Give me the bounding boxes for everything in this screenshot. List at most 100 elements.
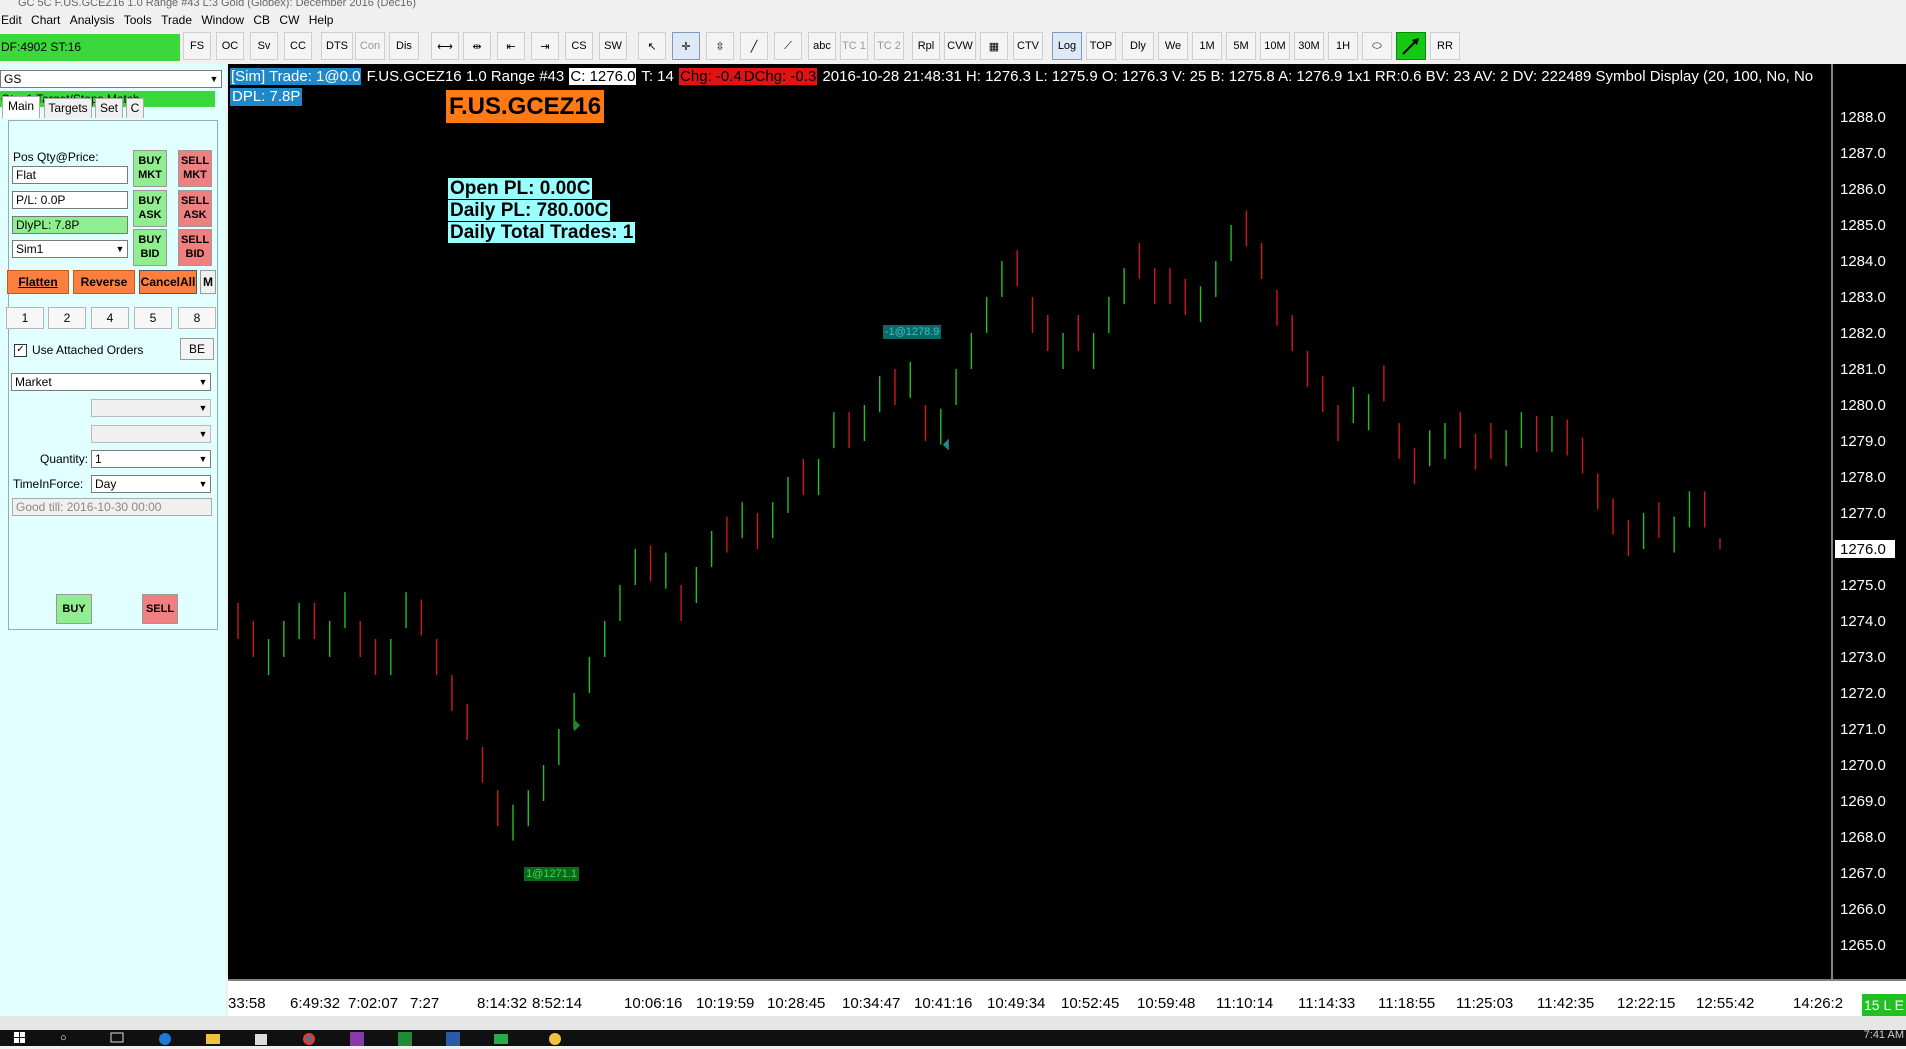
30m-button[interactable]: 30M xyxy=(1294,32,1324,60)
price1-select[interactable]: ▼ xyxy=(91,399,211,417)
breakeven-button[interactable]: BE xyxy=(180,338,214,360)
m-button[interactable]: M xyxy=(200,270,216,294)
dis-button[interactable]: Dis xyxy=(389,32,419,60)
pl-field[interactable] xyxy=(12,191,128,209)
account-select[interactable]: Sim1 ▼ xyxy=(12,240,128,258)
x-tick-label: 10:49:34 xyxy=(987,995,1045,1012)
app-icon[interactable] xyxy=(548,1032,562,1046)
tab-set[interactable]: Set xyxy=(95,98,123,118)
cc-button[interactable]: CC xyxy=(284,32,312,60)
good-till-field[interactable]: Good till: 2016-10-30 00:00 xyxy=(12,498,212,516)
menu-tools[interactable]: Tools xyxy=(124,10,158,27)
crosshair-tool-icon[interactable]: ✛ xyxy=(672,32,700,60)
tab-c[interactable]: C xyxy=(126,98,144,118)
zoom-out-icon[interactable]: ⟷ xyxy=(431,32,459,60)
position-field[interactable] xyxy=(12,166,128,184)
edge-browser-icon[interactable] xyxy=(158,1032,172,1046)
tc2-button[interactable]: TC 2 xyxy=(874,32,904,60)
excel-icon[interactable] xyxy=(398,1032,412,1046)
1h-button[interactable]: 1H xyxy=(1328,32,1358,60)
buy-ask-button[interactable]: BUY ASK xyxy=(133,190,167,227)
fs-button[interactable]: FS xyxy=(183,32,211,60)
sv-button[interactable]: Sv xyxy=(250,32,278,60)
ray-tool-icon[interactable]: ⟋ xyxy=(774,32,802,60)
daily-change-value: DChg: -0.3 xyxy=(742,68,818,85)
y-tick-label: 1283.0 xyxy=(1840,289,1886,306)
sw-button[interactable]: SW xyxy=(599,32,627,60)
windows-start-icon[interactable] xyxy=(14,1032,28,1046)
reverse-button[interactable]: Reverse xyxy=(73,270,135,294)
con-button[interactable]: Con xyxy=(355,32,385,60)
menu-window[interactable]: Window xyxy=(201,10,250,27)
scroll-left-icon[interactable]: ⇤ xyxy=(497,32,525,60)
chrome-icon[interactable] xyxy=(302,1032,316,1046)
menu-chart[interactable]: Chart xyxy=(31,10,66,27)
quantity-select[interactable]: 1 ▼ xyxy=(91,450,211,468)
daily-button[interactable]: Dly xyxy=(1122,32,1154,60)
buy-bid-button[interactable]: BUY BID xyxy=(133,229,167,266)
y-tick-label: 1281.0 xyxy=(1840,361,1886,378)
store-icon[interactable] xyxy=(254,1032,268,1046)
oc-button[interactable]: OC xyxy=(216,32,244,60)
symbol-select[interactable]: GS ▼ xyxy=(0,70,222,88)
data-feed-status: DF:4902 ST:16 xyxy=(0,34,180,61)
flatten-button[interactable]: Flatten xyxy=(7,270,69,294)
word-icon[interactable] xyxy=(446,1032,460,1046)
qty-1-button[interactable]: 1 xyxy=(6,307,44,329)
cvw-button[interactable]: CVW xyxy=(944,32,976,60)
tab-targets[interactable]: Targets xyxy=(44,98,92,118)
chevron-down-icon: ▼ xyxy=(198,454,208,464)
qty-4-button[interactable]: 4 xyxy=(91,307,129,329)
rr-button[interactable]: RR xyxy=(1430,32,1460,60)
menu-analysis[interactable]: Analysis xyxy=(70,10,121,27)
1m-button[interactable]: 1M xyxy=(1192,32,1222,60)
onenote-icon[interactable] xyxy=(350,1032,364,1046)
rpl-button[interactable]: Rpl xyxy=(912,32,940,60)
menu-cw[interactable]: CW xyxy=(279,10,305,27)
price2-select[interactable]: ▼ xyxy=(91,425,211,443)
10m-button[interactable]: 10M xyxy=(1260,32,1290,60)
search-icon[interactable]: ○ xyxy=(60,1032,74,1046)
menu-trade[interactable]: Trade xyxy=(161,10,198,27)
use-attached-orders-checkbox[interactable]: ✓ xyxy=(14,344,27,357)
menu-help[interactable]: Help xyxy=(309,10,340,27)
x-tick-label: 8:14:32 xyxy=(477,995,527,1012)
buy-market-button[interactable]: BUY MKT xyxy=(133,150,167,187)
sell-market-button[interactable]: SELL MKT xyxy=(178,150,212,187)
ctv-button[interactable]: CTV xyxy=(1013,32,1043,60)
sell-ask-button[interactable]: SELL ASK xyxy=(178,190,212,227)
log-button[interactable]: Log xyxy=(1052,32,1082,60)
menu-edit[interactable]: Edit xyxy=(0,10,28,27)
sierra-chart-icon[interactable] xyxy=(494,1032,508,1046)
text-tool-button[interactable]: abc xyxy=(808,32,836,60)
qty-2-button[interactable]: 2 xyxy=(48,307,86,329)
sell-bid-button[interactable]: SELL BID xyxy=(178,229,212,266)
grid-icon[interactable]: ▦ xyxy=(980,32,1008,60)
cancel-all-button[interactable]: CancelAll xyxy=(139,270,197,294)
zoom-in-icon[interactable]: ⇹ xyxy=(463,32,491,60)
weekly-button[interactable]: We xyxy=(1158,32,1188,60)
x-tick-label: 10:34:47 xyxy=(842,995,900,1012)
order-type-select[interactable]: Market ▼ xyxy=(11,373,211,391)
move-tool-icon[interactable]: ⇳ xyxy=(706,32,734,60)
top-button[interactable]: TOP xyxy=(1086,32,1116,60)
qty-5-button[interactable]: 5 xyxy=(134,307,172,329)
5m-button[interactable]: 5M xyxy=(1226,32,1256,60)
dts-button[interactable]: DTS xyxy=(321,32,353,60)
cs-button[interactable]: CS xyxy=(565,32,593,60)
trend-arrow-icon[interactable] xyxy=(1396,32,1426,60)
menu-cb[interactable]: CB xyxy=(253,10,276,27)
tc1-button[interactable]: TC 1 xyxy=(840,32,868,60)
buy-button[interactable]: BUY xyxy=(56,594,92,624)
file-explorer-icon[interactable] xyxy=(206,1032,220,1046)
tab-main[interactable]: Main xyxy=(2,96,40,118)
ellipse-tool-icon[interactable]: ⬭ xyxy=(1362,32,1392,60)
task-view-icon[interactable] xyxy=(110,1032,124,1046)
scroll-right-icon[interactable]: ⇥ xyxy=(531,32,559,60)
sell-button[interactable]: SELL xyxy=(142,594,178,624)
qty-8-button[interactable]: 8 xyxy=(178,307,216,329)
line-tool-icon[interactable]: ╱ xyxy=(740,32,768,60)
time-in-force-select[interactable]: Day ▼ xyxy=(91,475,211,493)
price-chart[interactable]: 1288.0 1287.0 1286.0 1285.0 1284.0 1283.0 1282… xyxy=(228,64,1906,1016)
pointer-tool-icon[interactable]: ↖ xyxy=(638,32,666,60)
